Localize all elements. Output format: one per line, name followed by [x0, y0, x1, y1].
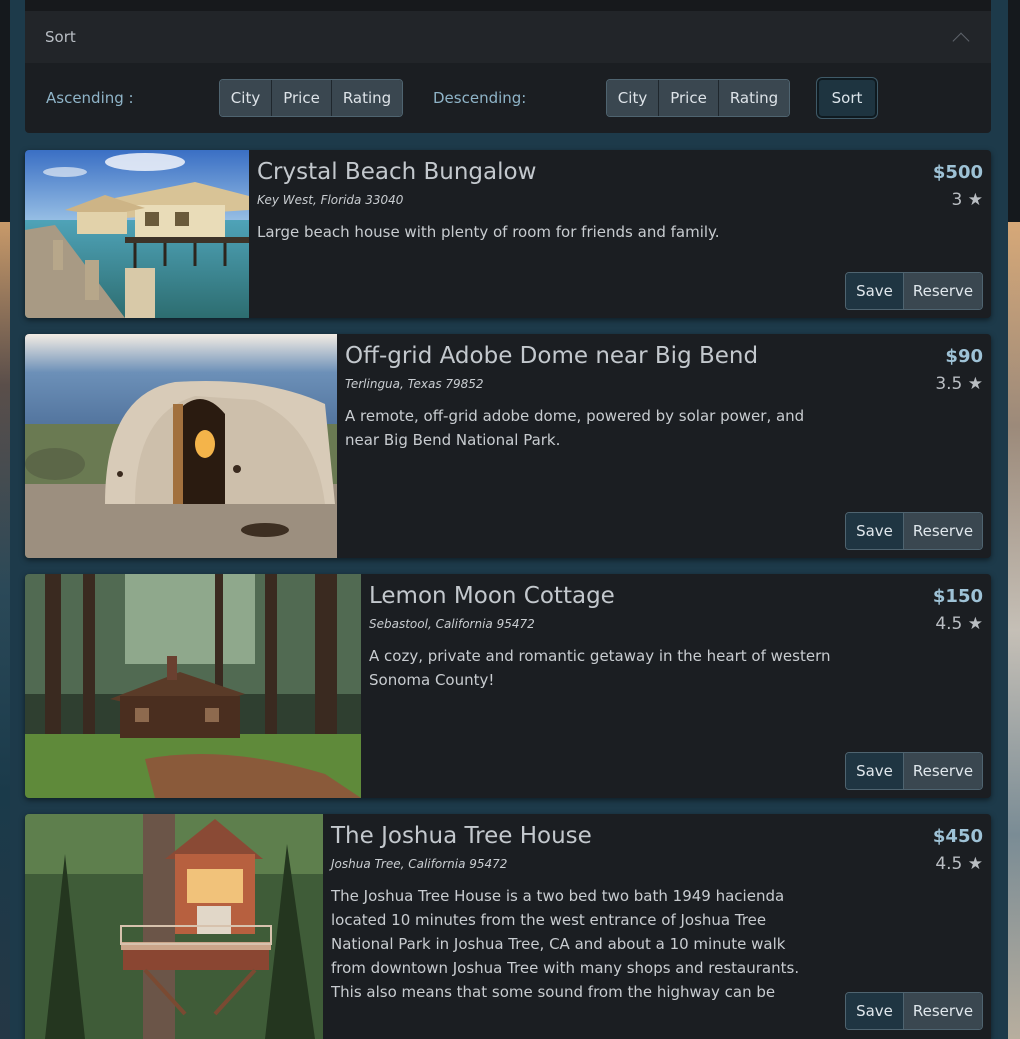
- listing-description: A cozy, private and romantic getaway in …: [369, 647, 831, 689]
- sort-panel: Sort Ascending : City Price Rating Desce…: [25, 0, 991, 133]
- listing-address: Joshua Tree, California 95472: [331, 857, 508, 871]
- ascending-rating-button[interactable]: Rating: [332, 80, 402, 116]
- content-column: Sort Ascending : City Price Rating Desce…: [10, 0, 1008, 1039]
- listing-card: Crystal Beach Bungalow Key West, Florida…: [25, 150, 991, 318]
- listing-photo[interactable]: [25, 150, 249, 318]
- listing-description: Large beach house with plenty of room fo…: [257, 223, 720, 241]
- chevron-up-icon[interactable]: [952, 32, 970, 50]
- listing-card: Off-grid Adobe Dome near Big Bend Terlin…: [25, 334, 991, 558]
- reserve-button[interactable]: Reserve: [904, 513, 982, 549]
- listing-details: The Joshua Tree House Joshua Tree, Calif…: [331, 814, 991, 1039]
- ascending-city-button[interactable]: City: [220, 80, 272, 116]
- listing-description: The Joshua Tree House is a two bed two b…: [331, 887, 800, 1001]
- listing-actions: Save Reserve: [845, 992, 983, 1030]
- reserve-button[interactable]: Reserve: [904, 753, 982, 789]
- listing-title[interactable]: Crystal Beach Bungalow: [257, 159, 536, 185]
- listing-title[interactable]: Off-grid Adobe Dome near Big Bend: [345, 343, 758, 369]
- listing-rating: 3.5 ★: [935, 374, 983, 394]
- save-button[interactable]: Save: [846, 513, 904, 549]
- save-button[interactable]: Save: [846, 993, 904, 1029]
- background-photo-right: [1008, 222, 1020, 1039]
- background-photo-left: [0, 222, 10, 1039]
- listing-rating: 4.5 ★: [935, 614, 983, 634]
- save-button[interactable]: Save: [846, 753, 904, 789]
- listing-price: $450: [932, 826, 983, 847]
- descending-city-button[interactable]: City: [607, 80, 659, 116]
- listing-rating: 4.5 ★: [935, 854, 983, 874]
- listing-photo[interactable]: [25, 814, 323, 1039]
- listing-title[interactable]: The Joshua Tree House: [331, 823, 592, 849]
- listing-price: $90: [945, 346, 983, 367]
- sort-button[interactable]: Sort: [817, 78, 877, 118]
- listing-details: Off-grid Adobe Dome near Big Bend Terlin…: [345, 334, 991, 558]
- listing-actions: Save Reserve: [845, 752, 983, 790]
- listing-price: $500: [932, 162, 983, 183]
- sort-panel-top-edge: [25, 0, 991, 11]
- listing-details: Crystal Beach Bungalow Key West, Florida…: [257, 150, 991, 318]
- listing-card: Lemon Moon Cottage Sebastool, California…: [25, 574, 991, 798]
- listing-title[interactable]: Lemon Moon Cottage: [369, 583, 615, 609]
- sort-panel-header[interactable]: Sort: [25, 11, 991, 63]
- listing-address: Sebastool, California 95472: [369, 617, 535, 631]
- listing-rating: 3 ★: [951, 190, 983, 210]
- listing-details: Lemon Moon Cottage Sebastool, California…: [369, 574, 991, 798]
- listing-actions: Save Reserve: [845, 512, 983, 550]
- sort-controls: Ascending : City Price Rating Descending…: [25, 63, 991, 133]
- reserve-button[interactable]: Reserve: [904, 993, 982, 1029]
- ascending-button-group: City Price Rating: [219, 79, 403, 117]
- listing-address: Key West, Florida 33040: [257, 193, 404, 207]
- sort-panel-title: Sort: [45, 28, 76, 46]
- listing-address: Terlingua, Texas 79852: [345, 377, 484, 391]
- listing-actions: Save Reserve: [845, 272, 983, 310]
- ascending-label: Ascending :: [46, 89, 134, 107]
- listing-price: $150: [932, 586, 983, 607]
- listing-photo[interactable]: [25, 334, 337, 558]
- listing-description: A remote, off-grid adobe dome, powered b…: [345, 407, 805, 449]
- save-button[interactable]: Save: [846, 273, 904, 309]
- descending-rating-button[interactable]: Rating: [719, 80, 789, 116]
- ascending-price-button[interactable]: Price: [272, 80, 332, 116]
- descending-label: Descending:: [433, 89, 527, 107]
- descending-price-button[interactable]: Price: [659, 80, 719, 116]
- descending-button-group: City Price Rating: [606, 79, 790, 117]
- reserve-button[interactable]: Reserve: [904, 273, 982, 309]
- listing-card: The Joshua Tree House Joshua Tree, Calif…: [25, 814, 991, 1039]
- listing-photo[interactable]: [25, 574, 361, 798]
